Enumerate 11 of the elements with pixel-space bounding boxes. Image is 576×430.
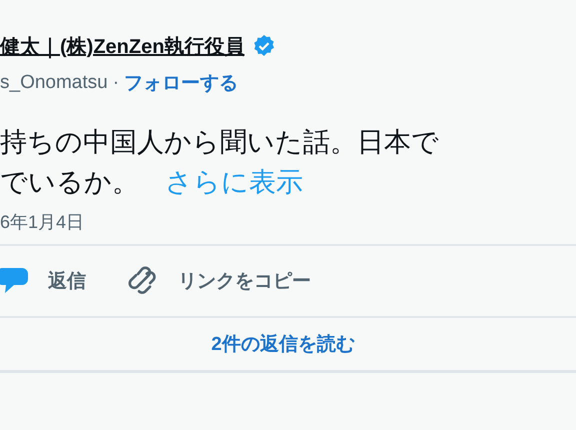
read-replies-link[interactable]: 2件の返信を読む [211, 331, 365, 357]
author-handle: s_Onomatsu [0, 72, 108, 94]
tweet-text: でいるか。 [0, 167, 139, 197]
link-button[interactable]: リンクをコピー [128, 266, 311, 296]
speech-bubble-icon [0, 267, 28, 295]
reply-button[interactable]: 返信 [0, 267, 86, 295]
tweet-date[interactable]: 6年1月4日 [0, 202, 576, 244]
follow-link[interactable]: フォローする [124, 70, 238, 96]
separator-dot: · [112, 72, 120, 94]
link-icon [128, 266, 158, 296]
tweet-text: 持ちの中国人から聞いた話。日本で [0, 126, 440, 159]
